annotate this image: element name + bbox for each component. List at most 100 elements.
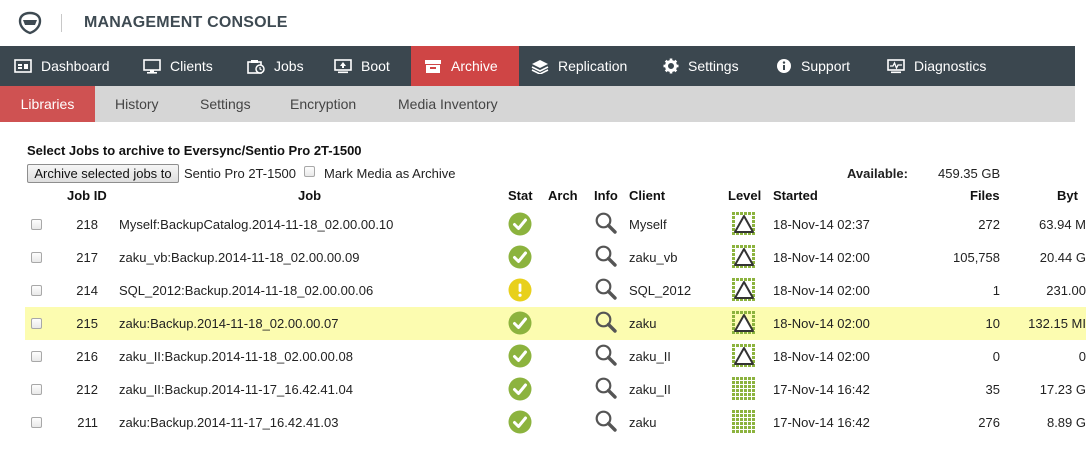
table-row[interactable]: 212 zaku_II:Backup.2014-11-17_16.42.41.04…	[25, 373, 1086, 406]
column-header-info[interactable]: Info	[594, 188, 618, 203]
job-id-cell: 214	[76, 283, 98, 298]
top-bar: MANAGEMENT CONSOLE	[0, 0, 1086, 46]
column-header-bytes[interactable]: Byt	[1057, 188, 1078, 203]
magnifier-icon[interactable]	[594, 211, 618, 235]
files-cell: 0	[992, 349, 1000, 364]
started-cell: 18-Nov-14 02:00	[773, 283, 870, 298]
nav-dashboard[interactable]: Dashboard	[0, 46, 126, 86]
files-cell: 276	[978, 415, 1000, 430]
column-header-files[interactable]: Files	[970, 188, 1000, 203]
column-header-started[interactable]: Started	[773, 188, 818, 203]
files-cell: 1	[992, 283, 1000, 298]
nav-label: Clients	[170, 58, 213, 74]
column-header-client[interactable]: Client	[629, 188, 665, 203]
archive-selected-button[interactable]: Archive selected jobs to	[27, 164, 179, 183]
files-cell: 10	[985, 316, 1000, 331]
started-cell: 18-Nov-14 02:37	[773, 217, 870, 232]
client-cell: zaku_II	[629, 382, 671, 397]
table-row[interactable]: 215 zaku:Backup.2014-11-18_02.00.00.07 zak…	[25, 307, 1086, 340]
nav-label: Diagnostics	[914, 58, 987, 74]
job-name-cell[interactable]: zaku:Backup.2014-11-17_16.42.41.03	[119, 415, 338, 430]
table-row[interactable]: 214 SQL_2012:Backup.2014-11-18_02.00.00.0…	[25, 274, 1086, 307]
bytes-cell: 8.89 G	[1046, 415, 1086, 430]
bytes-cell: 0	[1078, 349, 1086, 364]
job-name-cell[interactable]: zaku_II:Backup.2014-11-17_16.42.41.04	[119, 382, 353, 397]
row-select-checkbox[interactable]	[31, 384, 42, 395]
row-select-checkbox[interactable]	[31, 252, 42, 263]
logo-icon	[18, 11, 42, 35]
full-backup-grid-icon	[732, 377, 755, 400]
nav-replication[interactable]: Replication	[531, 46, 627, 86]
nav-label: Dashboard	[41, 58, 110, 74]
success-check-icon	[508, 410, 532, 434]
table-row[interactable]: 217 zaku_vb:Backup.2014-11-18_02.00.00.09…	[25, 241, 1086, 274]
magnifier-icon[interactable]	[594, 376, 618, 400]
job-name-cell[interactable]: zaku:Backup.2014-11-18_02.00.00.07	[119, 316, 338, 331]
mark-media-label: Mark Media as Archive	[324, 166, 456, 181]
magnifier-icon[interactable]	[594, 310, 618, 334]
column-header-stat[interactable]: Stat	[508, 188, 533, 203]
job-id-cell: 211	[77, 415, 98, 430]
client-cell: zaku_vb	[629, 250, 678, 265]
row-select-checkbox[interactable]	[31, 285, 42, 296]
mark-media-checkbox[interactable]	[304, 166, 315, 177]
column-header-level[interactable]: Level	[728, 188, 761, 203]
row-select-checkbox[interactable]	[31, 318, 42, 329]
magnifier-icon[interactable]	[594, 244, 618, 268]
magnifier-icon[interactable]	[594, 343, 618, 367]
magnifier-icon[interactable]	[594, 409, 618, 433]
tab-libraries[interactable]: Libraries	[0, 86, 95, 122]
tab-media-inventory[interactable]: Media Inventory	[398, 86, 498, 122]
job-name-cell[interactable]: Myself:BackupCatalog.2014-11-18_02.00.00…	[119, 217, 393, 232]
row-select-checkbox[interactable]	[31, 417, 42, 428]
column-header-job[interactable]: Job	[298, 188, 321, 203]
column-header-job-id[interactable]: Job ID	[67, 188, 107, 203]
tab-encryption[interactable]: Encryption	[290, 86, 356, 122]
magnifier-icon[interactable]	[594, 277, 618, 301]
nav-boot[interactable]: Boot	[334, 46, 390, 86]
job-id-cell: 216	[76, 349, 98, 364]
files-cell: 272	[978, 217, 1000, 232]
bytes-cell: 63.94 M	[1039, 217, 1086, 232]
bytes-cell: 132.15 MI	[1028, 316, 1086, 331]
nav-settings[interactable]: Settings	[663, 46, 739, 86]
monitor-icon	[143, 58, 161, 74]
table-row[interactable]: 211 zaku:Backup.2014-11-17_16.42.41.03 zak…	[25, 406, 1086, 439]
available-label: Available:	[847, 166, 908, 181]
archive-icon	[425, 59, 441, 73]
tab-history[interactable]: History	[115, 86, 159, 122]
started-cell: 18-Nov-14 02:00	[773, 250, 870, 265]
differential-backup-icon	[732, 278, 755, 301]
table-row[interactable]: 216 zaku_II:Backup.2014-11-18_02.00.00.08…	[25, 340, 1086, 373]
app-title: MANAGEMENT CONSOLE	[84, 14, 288, 31]
nav-archive[interactable]: Archive	[411, 46, 519, 86]
nav-support[interactable]: Support	[776, 46, 850, 86]
started-cell: 17-Nov-14 16:42	[773, 415, 870, 430]
client-cell: zaku	[629, 415, 657, 430]
job-name-cell[interactable]: SQL_2012:Backup.2014-11-18_02.00.00.06	[119, 283, 373, 298]
row-select-checkbox[interactable]	[31, 351, 42, 362]
title-divider	[61, 14, 62, 32]
nav-label: Jobs	[274, 58, 304, 74]
tab-settings[interactable]: Settings	[200, 86, 251, 122]
nav-clients[interactable]: Clients	[143, 46, 213, 86]
job-name-cell[interactable]: zaku_II:Backup.2014-11-18_02.00.00.08	[119, 349, 353, 364]
nav-diagnostics[interactable]: Diagnostics	[887, 46, 986, 86]
column-header-arch[interactable]: Arch	[548, 188, 578, 203]
job-id-cell: 212	[76, 382, 98, 397]
available-value: 459.35 GB	[938, 166, 1001, 181]
job-id-cell: 215	[76, 316, 98, 331]
client-cell: SQL_2012	[629, 283, 692, 298]
client-cell: zaku_II	[629, 349, 671, 364]
job-id-cell: 217	[76, 250, 98, 265]
row-select-checkbox[interactable]	[31, 219, 42, 230]
differential-backup-icon	[732, 344, 755, 367]
job-name-cell[interactable]: zaku_vb:Backup.2014-11-18_02.00.00.09	[119, 250, 359, 265]
main-nav: Dashboard Clients Jobs Boot Archive Repl…	[0, 46, 1075, 86]
nav-jobs[interactable]: Jobs	[247, 46, 304, 86]
table-row[interactable]: 218 Myself:BackupCatalog.2014-11-18_02.00…	[25, 208, 1086, 241]
boot-icon	[334, 58, 352, 73]
success-check-icon	[508, 245, 532, 269]
nav-label: Settings	[688, 58, 739, 74]
success-check-icon	[508, 377, 532, 401]
